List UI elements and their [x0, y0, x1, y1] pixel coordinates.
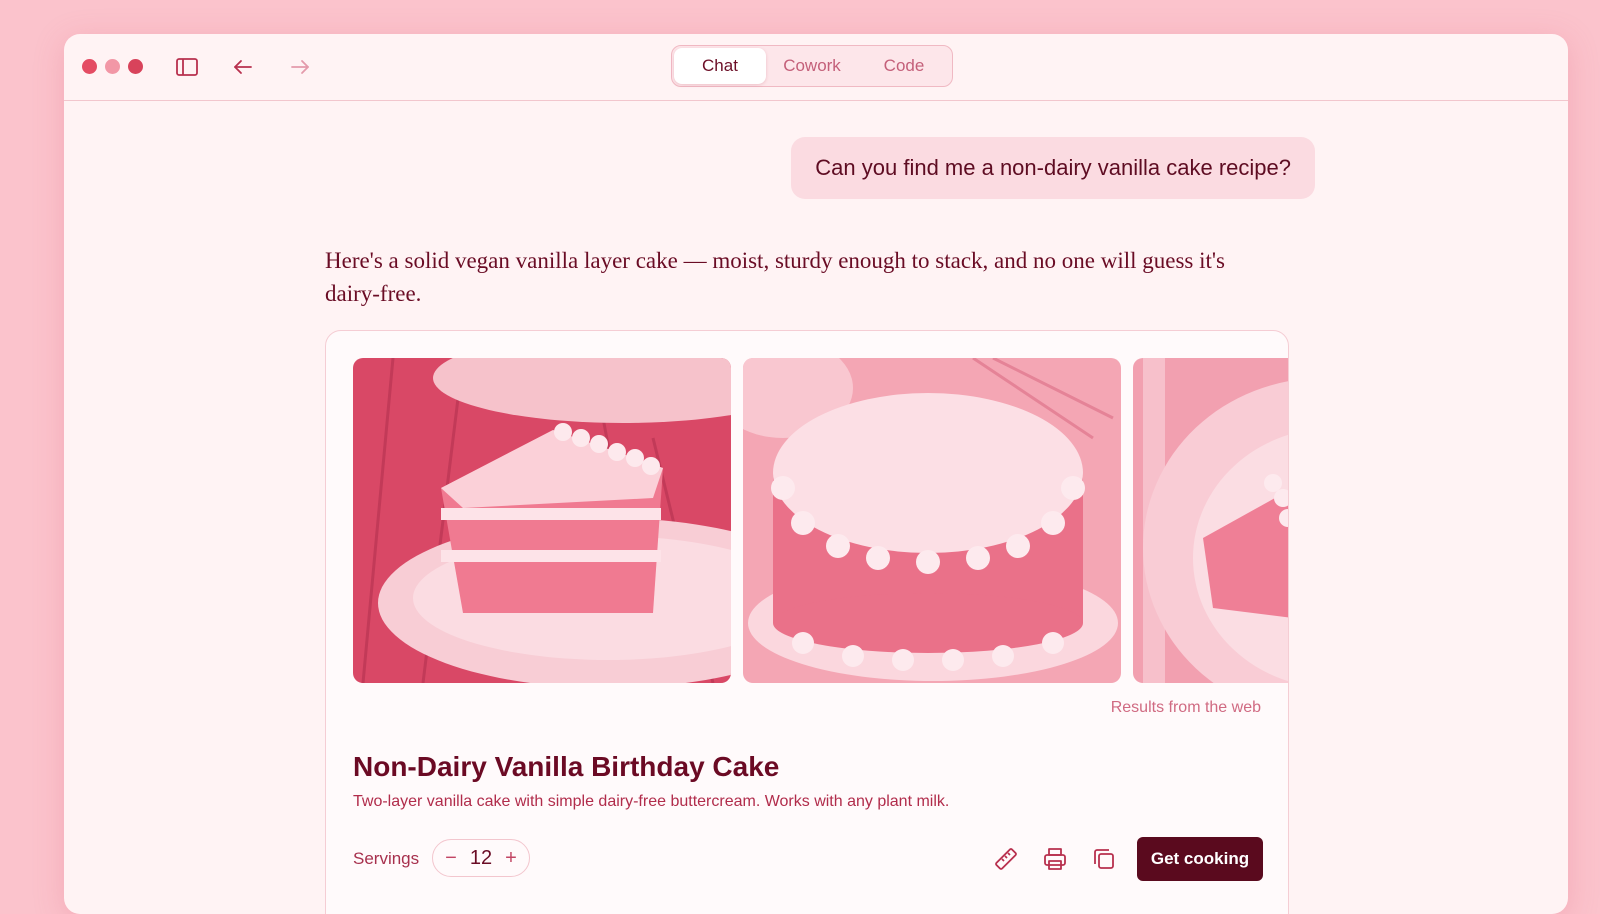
cake-plate-image[interactable] [1133, 358, 1288, 683]
mode-tabs: Chat Cowork Code [671, 45, 953, 87]
user-message: Can you find me a non-dairy vanilla cake… [791, 137, 1315, 199]
whole-cake-image[interactable] [743, 358, 1121, 683]
close-window-button[interactable] [82, 59, 97, 74]
recipe-title: Non-Dairy Vanilla Birthday Cake [353, 751, 780, 782]
web-results-note: Results from the web [1110, 699, 1261, 716]
increment-button[interactable]: + [503, 847, 519, 870]
image-gallery[interactable] [353, 358, 1288, 683]
minimize-window-button[interactable] [105, 59, 120, 74]
servings-value: 12 [469, 846, 493, 869]
app-window: Chat Cowork Code Can you find me a non-d… [64, 34, 1568, 914]
print-icon[interactable] [1041, 845, 1069, 873]
recipe-card: Results from the web Non-Dairy Vanilla B… [325, 330, 1289, 914]
ruler-icon[interactable] [992, 845, 1020, 873]
recipe-description: Two-layer vanilla cake with simple dairy… [353, 793, 950, 810]
servings-stepper: − 12 + [432, 839, 530, 877]
maximize-window-button[interactable] [128, 59, 143, 74]
decrement-button[interactable]: − [443, 847, 459, 870]
window-controls [82, 59, 143, 74]
copy-icon[interactable] [1090, 845, 1118, 873]
forward-arrow-icon[interactable] [287, 54, 313, 80]
assistant-message: Here's a solid vegan vanilla layer cake … [325, 248, 1225, 306]
sidebar-toggle-icon[interactable] [174, 54, 200, 80]
get-cooking-button[interactable]: Get cooking [1137, 837, 1263, 881]
servings-label: Servings [353, 849, 420, 868]
tab-chat[interactable]: Chat [674, 48, 766, 84]
titlebar: Chat Cowork Code [64, 34, 1568, 101]
cake-slice-image[interactable] [353, 358, 731, 683]
tab-code[interactable]: Code [858, 48, 950, 84]
back-arrow-icon[interactable] [230, 54, 256, 80]
tab-cowork[interactable]: Cowork [766, 48, 858, 84]
